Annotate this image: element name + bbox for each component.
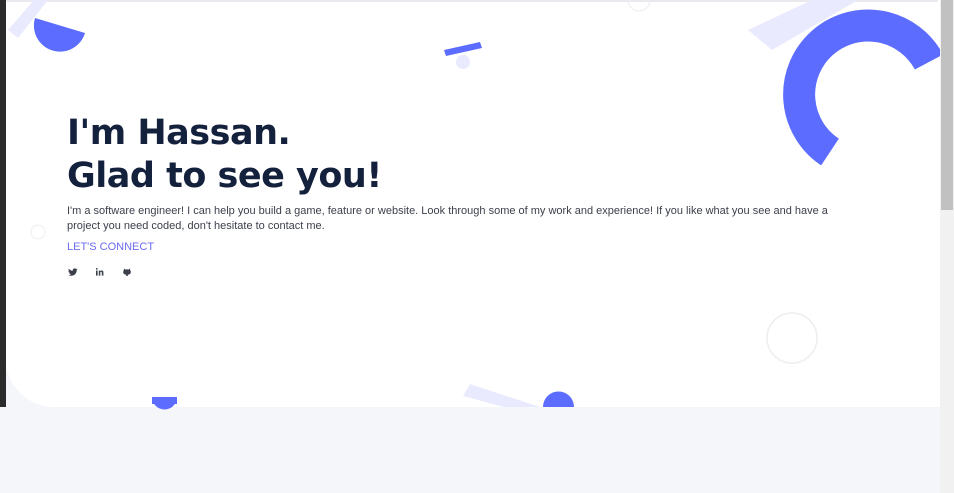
hero-title-line2: Glad to see you! [67,156,382,196]
outline-circle-shape [627,0,651,12]
outline-circle-large-shape [766,312,818,364]
hero-title: I'm Hassan. Glad to see you! [67,112,382,198]
linkedin-icon[interactable] [95,264,105,276]
social-links [68,264,132,276]
bar-shape [444,42,482,56]
dot-shape [456,55,470,69]
ring-shape [783,9,940,166]
scrollbar-thumb[interactable] [941,0,953,210]
hero-title-line1: I'm Hassan. [67,113,291,153]
scrollbar-track[interactable] [940,0,954,493]
bottom-half-circle-shape [543,391,574,407]
half-circle-shape [33,18,85,52]
lets-connect-link[interactable]: LET'S CONNECT [67,241,154,253]
twitter-icon[interactable] [68,264,78,276]
bottom-stripe-shape [463,384,540,407]
github-icon[interactable] [122,264,132,276]
hero-intro: I'm a software engineer! I can help you … [67,205,828,232]
